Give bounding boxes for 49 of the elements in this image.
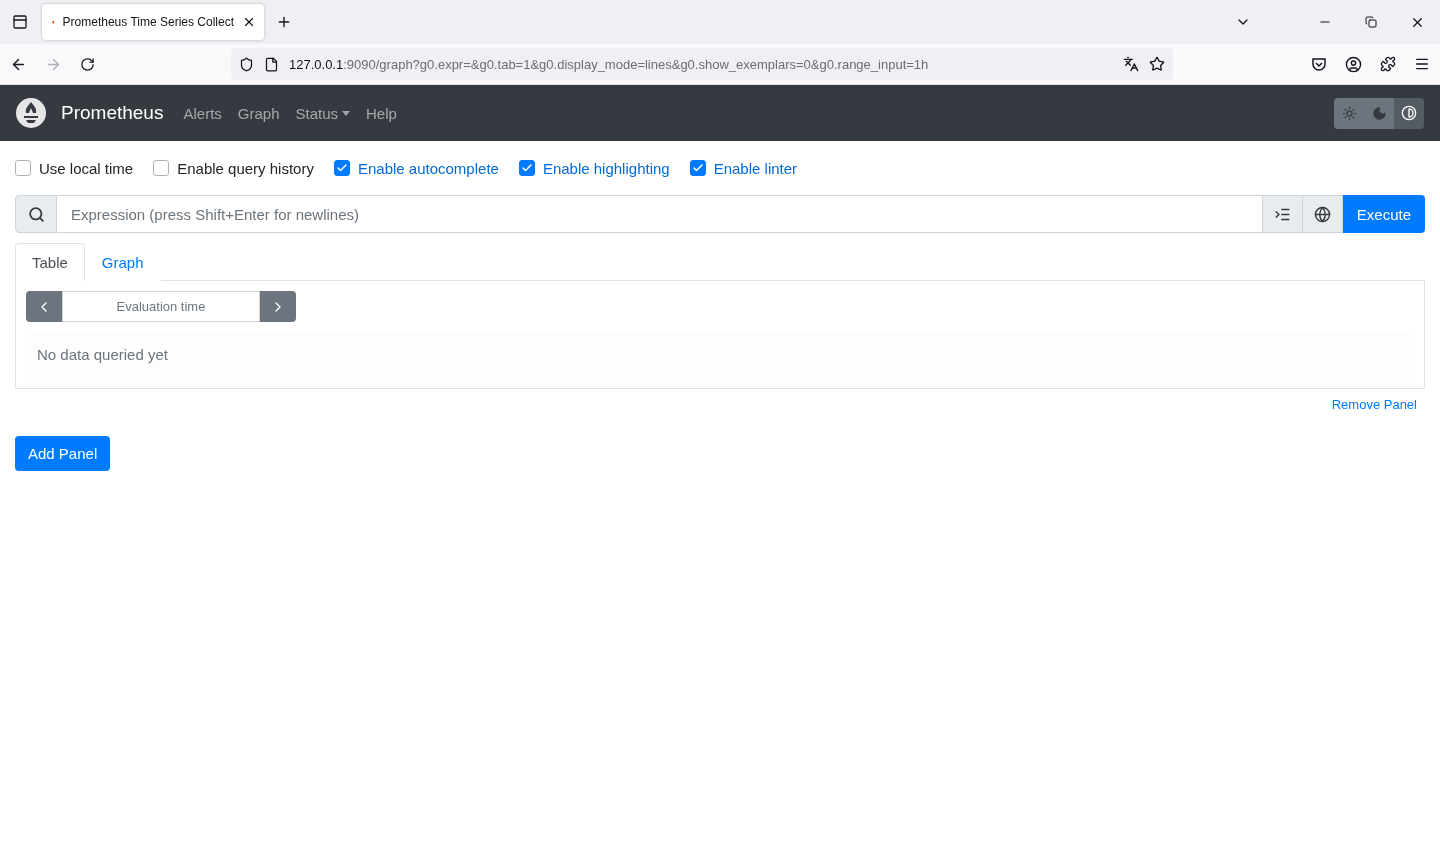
theme-button[interactable]: [1394, 97, 1424, 129]
option-label: Use local time: [39, 159, 134, 177]
sun-icon: [1341, 105, 1357, 121]
check-icon: [691, 162, 704, 174]
checkbox[interactable]: [518, 160, 535, 176]
add-panel-button[interactable]: Add Panel: [15, 436, 111, 471]
tab-title: Prometheus Time Series Collect: [62, 15, 234, 29]
reload-icon[interactable]: [80, 56, 95, 72]
close-icon[interactable]: [242, 15, 256, 29]
browser-tab[interactable]: Prometheus Time Series Collect: [42, 4, 264, 40]
checkbox[interactable]: [333, 160, 350, 176]
pocket-icon[interactable]: [1311, 56, 1327, 72]
nav-link[interactable]: Status: [287, 104, 359, 122]
check-icon: [520, 162, 533, 174]
caret-icon: [342, 110, 351, 116]
indent-icon[interactable]: [1262, 195, 1303, 233]
globe-icon[interactable]: [1302, 195, 1343, 233]
checkbox[interactable]: [153, 160, 170, 176]
contrast-icon: [1401, 105, 1417, 121]
menu-icon[interactable]: [1414, 56, 1430, 72]
prometheus-logo[interactable]: [16, 98, 46, 128]
translate-icon[interactable]: [1123, 56, 1139, 72]
shield-icon: [239, 56, 254, 72]
plus-icon[interactable]: [276, 14, 292, 30]
checkbox[interactable]: [689, 160, 706, 176]
address-bar[interactable]: 127.0.0.1:9090/graph?g0.expr=&g0.tab=1&g0.display_mode=lines&g0.show_exemplars=0&g0.range_input=1h: [231, 48, 1173, 80]
option-label: Enable autocomplete: [357, 159, 499, 177]
nav-link[interactable]: Alerts: [175, 104, 230, 122]
search-icon: [15, 195, 57, 233]
page-icon: [264, 56, 279, 72]
puzzle-icon[interactable]: [1380, 56, 1396, 72]
expression-input[interactable]: Expression (press Shift+Enter for newlines): [57, 195, 1263, 233]
option-label: Enable query history: [177, 159, 314, 177]
restore-icon[interactable]: [1365, 16, 1377, 28]
nav-link[interactable]: Help: [358, 104, 405, 122]
nav-link[interactable]: Graph: [229, 104, 288, 122]
brand-title[interactable]: Prometheus: [61, 102, 164, 124]
account-icon[interactable]: [1345, 55, 1362, 73]
execute-button[interactable]: Execute: [1342, 195, 1425, 233]
remove-panel-link[interactable]: Remove Panel: [1331, 397, 1417, 412]
url-text: 127.0.0.1:9090/graph?g0.expr=&g0.tab=1&g0.display_mode=lines&g0.show_exemplars=0&g0.range_input=1h: [289, 56, 930, 72]
checkbox[interactable]: [15, 160, 31, 176]
star-icon[interactable]: [1149, 56, 1165, 72]
option-label: Enable highlighting: [542, 159, 670, 177]
option-label: Enable linter: [713, 159, 798, 177]
evaluation-time-input[interactable]: Evaluation time: [62, 291, 260, 322]
moon-icon: [1371, 105, 1387, 121]
check-icon: [335, 162, 348, 174]
panel-tab[interactable]: Table: [15, 243, 85, 281]
